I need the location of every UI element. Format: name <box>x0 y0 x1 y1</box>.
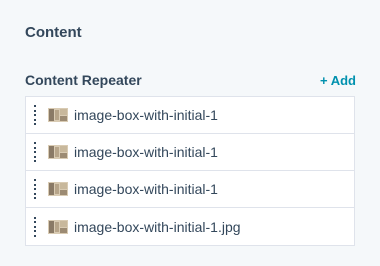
list-item[interactable]: image-box-with-initial-1.jpg <box>26 208 354 245</box>
repeater-label: Content Repeater <box>25 72 142 88</box>
drag-handle-icon[interactable] <box>34 105 40 125</box>
image-thumbnail-icon <box>48 219 68 234</box>
list-item[interactable]: image-box-with-initial-1 <box>26 134 354 171</box>
list-item[interactable]: image-box-with-initial-1 <box>26 97 354 134</box>
repeater-header: Content Repeater + Add <box>25 72 356 90</box>
list-item[interactable]: image-box-with-initial-1 <box>26 171 354 208</box>
image-thumbnail-icon <box>48 182 68 196</box>
drag-handle-icon[interactable] <box>34 179 40 199</box>
section-title: Content <box>25 24 82 41</box>
drag-handle-icon[interactable] <box>34 216 40 237</box>
list-item-label: image-box-with-initial-1 <box>74 107 218 123</box>
list-item-label: image-box-with-initial-1.jpg <box>74 218 241 235</box>
content-panel: Content Content Repeater + Add image-box… <box>0 0 380 266</box>
image-thumbnail-icon <box>48 108 68 122</box>
drag-handle-icon[interactable] <box>34 142 40 162</box>
list-item-label: image-box-with-initial-1 <box>74 181 218 197</box>
image-thumbnail-icon <box>48 145 68 159</box>
repeater-list: image-box-with-initial-1 image-box-with-… <box>25 96 355 246</box>
list-item-label: image-box-with-initial-1 <box>74 144 218 160</box>
add-item-button[interactable]: + Add <box>320 73 356 88</box>
